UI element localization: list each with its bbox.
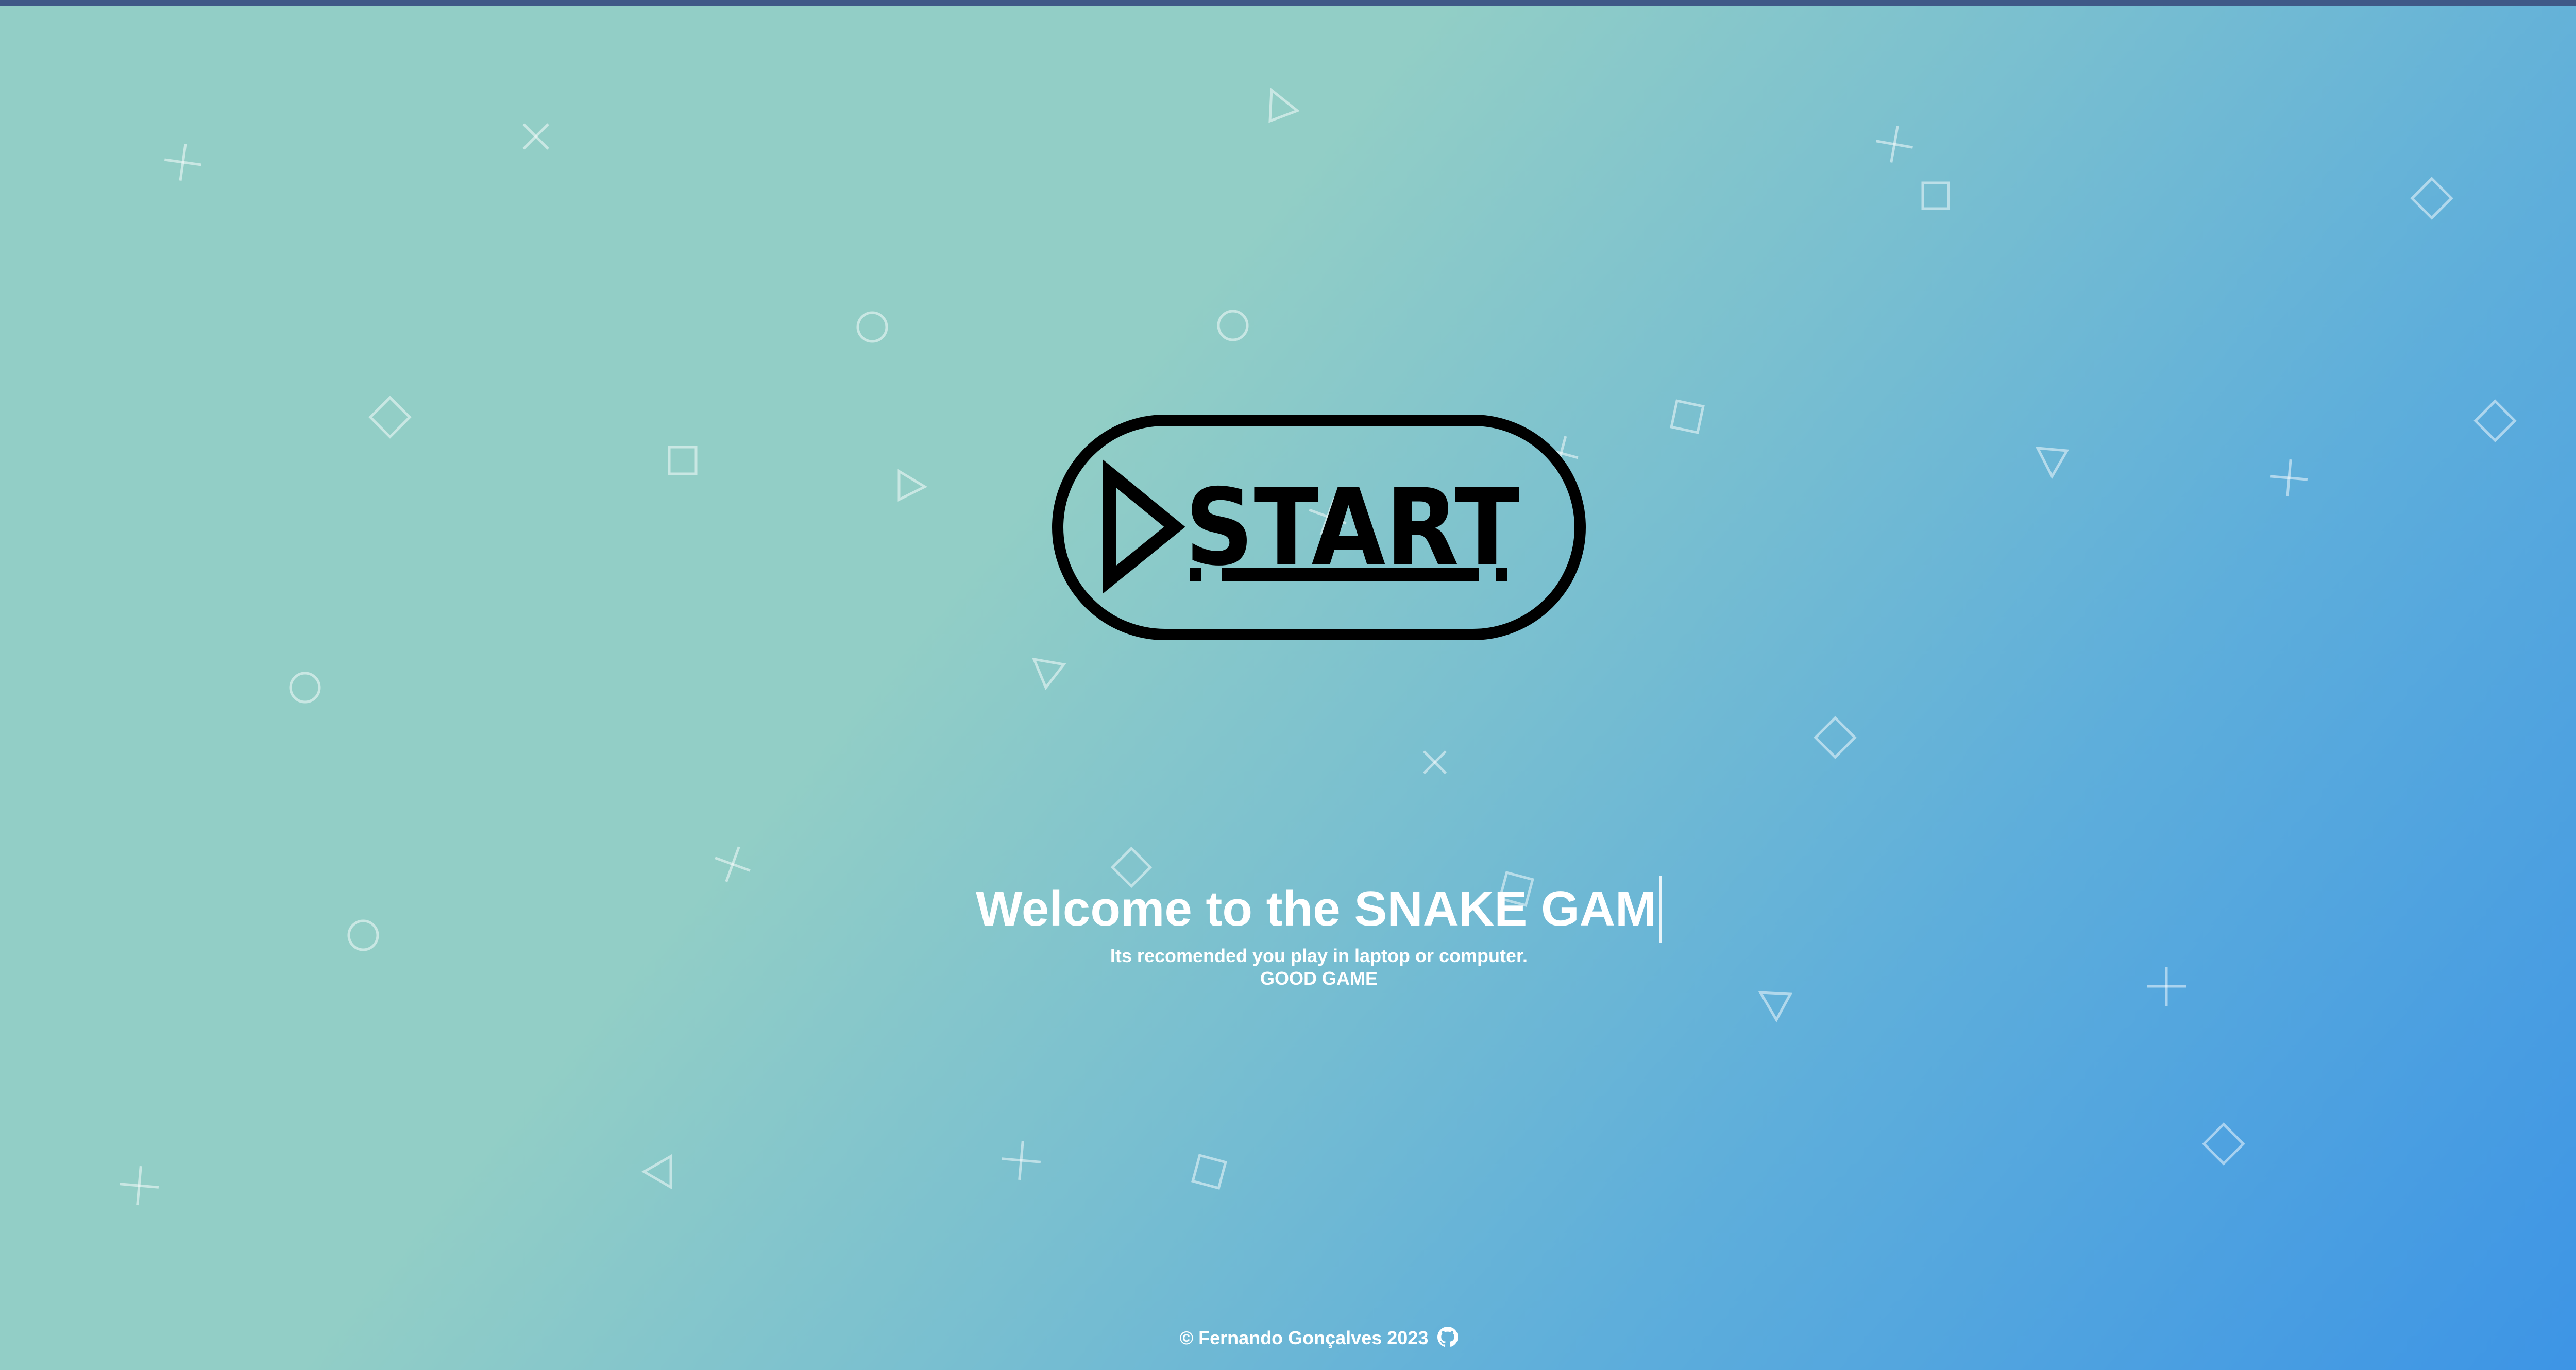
start-button-graphic: START xyxy=(1052,415,1586,640)
footer-credit: © Fernando Gonçalves 2023 xyxy=(1179,1327,1429,1348)
background-shapes xyxy=(119,87,2517,1206)
square-shape xyxy=(2473,399,2517,442)
circle-shape xyxy=(1217,310,1249,341)
plus-shape xyxy=(522,123,549,150)
welcome-section: Welcome to the SNAKE GAM Its recomended … xyxy=(0,876,2576,990)
plus-shape xyxy=(1001,1140,1041,1180)
square-shape xyxy=(668,446,698,475)
play-triangle-icon xyxy=(1103,459,1185,594)
github-icon[interactable] xyxy=(1437,1327,1459,1347)
square-shape xyxy=(1814,716,1857,759)
square-shape xyxy=(2202,1122,2245,1166)
square-shape xyxy=(368,396,412,439)
square-shape xyxy=(1191,1154,1227,1190)
plus-shape xyxy=(2270,459,2308,497)
plus-shape xyxy=(1876,126,1913,163)
plus-shape xyxy=(164,144,201,181)
circle-shape xyxy=(289,672,321,704)
plus-shape xyxy=(1423,750,1447,774)
square-shape xyxy=(2410,177,2453,220)
start-underline xyxy=(1222,568,1479,581)
triangle-shape xyxy=(897,469,928,502)
start-button[interactable]: START xyxy=(1052,415,1586,640)
square-shape xyxy=(1921,181,1950,210)
triangle-shape xyxy=(1031,657,1066,690)
square-shape xyxy=(1670,399,1705,434)
triangle-shape xyxy=(641,1154,672,1190)
triangle-shape xyxy=(1268,87,1300,123)
welcome-title: Welcome to the SNAKE GAM xyxy=(976,876,1663,943)
welcome-subtitle: Its recomended you play in laptop or com… xyxy=(1110,945,1528,966)
footer: © Fernando Gonçalves 2023 xyxy=(0,1326,2576,1350)
triangle-shape xyxy=(1758,991,1793,1023)
circle-shape xyxy=(856,311,888,343)
triangle-shape xyxy=(2035,447,2070,480)
start-underline-dot xyxy=(1496,568,1507,581)
welcome-tagline: GOOD GAME xyxy=(1260,968,1378,989)
start-underline-dot xyxy=(1190,568,1201,581)
plus-shape xyxy=(119,1166,159,1206)
